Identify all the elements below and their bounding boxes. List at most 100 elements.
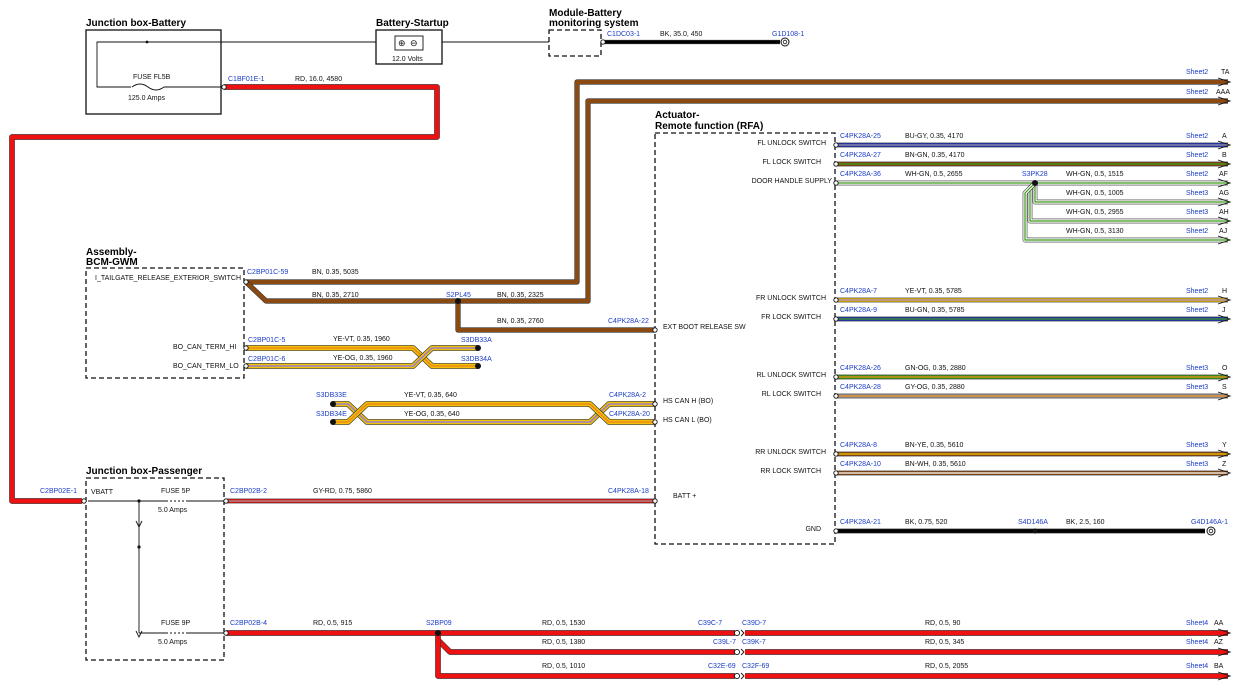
wiring-diagram: Junction box-Battery FUSE FL5B 125.0 Amp…	[9, 8, 1232, 681]
target-rfa-out-0: A	[1222, 133, 1227, 140]
rfa-pin-rr-lock: RR LOCK SWITCH	[760, 468, 821, 475]
conn-rfa-out-4: C4PK28A-26	[840, 365, 881, 372]
wire-label-rd-345: RD, 0.5, 345	[925, 639, 964, 646]
pin-terminal	[833, 451, 839, 457]
inline-connector-icon	[733, 672, 741, 680]
wire-label-rfa-out-2: YE-VT, 0.35, 5785	[905, 288, 962, 295]
bcm-title-2: BCM-GWM	[86, 257, 138, 268]
wire-label-rd-915: RD, 0.5, 915	[313, 620, 352, 627]
sheet-af: Sheet2	[1186, 171, 1208, 178]
inline-connector-arrow	[740, 629, 745, 637]
wire-label-gy-rd-5860: GY-RD, 0.75, 5860	[313, 488, 372, 495]
fuse-5p-label: FUSE 5P	[161, 488, 191, 495]
wire-label-ye-vt-1960: YE-VT, 0.35, 1960	[333, 336, 390, 343]
sheet-aaa: Sheet2	[1186, 89, 1208, 96]
wire-label-rd-90: RD, 0.5, 90	[925, 620, 961, 627]
sheet-rfa-out-5: Sheet3	[1186, 384, 1208, 391]
target-az: AZ	[1214, 639, 1224, 646]
splice-dot	[1032, 180, 1038, 186]
jb-passenger-vbatt: VBATT	[91, 489, 114, 496]
pin-terminal	[652, 327, 658, 333]
conn-c1bf01e: C1BF01E-1	[228, 76, 265, 83]
rfa-pin-gnd: GND	[805, 526, 821, 533]
battery-voltage: 12.0 Volts	[392, 56, 423, 63]
wire-label-bn-5035: BN, 0.35, 5035	[312, 269, 359, 276]
rfa-title-2: Remote function (RFA)	[655, 121, 763, 132]
rfa-pin-rl-unlock: RL UNLOCK SWITCH	[757, 372, 826, 379]
bcm-pin-can-hi: BO_CAN_TERM_HI	[173, 344, 236, 351]
target-rfa-out-4: O	[1222, 365, 1228, 372]
junction-box-battery-title: Junction box-Battery	[86, 18, 186, 29]
wire-label-wh-gn-2655: WH-GN, 0.5, 2655	[905, 171, 963, 178]
wire-label-rfa-out-7: BN-WH, 0.35, 5610	[905, 461, 966, 468]
splice-s3db33e: S3DB33E	[316, 392, 347, 399]
rfa-pin-fl-unlock: FL UNLOCK SWITCH	[757, 140, 826, 147]
target-aaa: AAA	[1216, 89, 1230, 96]
conn-c4pk28a-36: C4PK28A-36	[840, 171, 881, 178]
conn-rfa-out-0: C4PK28A-25	[840, 133, 881, 140]
fuse-fl5b-rating: 125.0 Amps	[128, 95, 165, 102]
pin-terminal	[243, 279, 249, 285]
conn-g1d108: G1D108-1	[772, 31, 804, 38]
wire-label-ye-og-640: YE-OG, 0.35, 640	[404, 411, 460, 418]
rfa-pin-hs-can-h: HS CAN H (BO)	[663, 398, 713, 405]
wire-label-ye-og-1960: YE-OG, 0.35, 1960	[333, 355, 393, 362]
jb-passenger-title: Junction box-Passenger	[86, 466, 202, 477]
conn-c2bp02b-4: C2BP02B-4	[230, 620, 267, 627]
fuse-9p-label: FUSE 9P	[161, 620, 191, 627]
splice-s3db33a: S3DB33A	[461, 337, 492, 344]
target-rfa-out-7: Z	[1222, 461, 1227, 468]
splice-s3db34a: S3DB34A	[461, 356, 492, 363]
bcm-pin-tailgate: I_TAILGATE_RELEASE_EXTERIOR_SWITCH	[95, 275, 241, 282]
rfa-pin-rr-unlock: RR UNLOCK SWITCH	[755, 449, 826, 456]
rfa-pin-fr-unlock: FR UNLOCK SWITCH	[756, 295, 826, 302]
wire-label-bk-160: BK, 2.5, 160	[1066, 519, 1105, 526]
pin-terminal	[652, 498, 658, 504]
fuse-fl5b-label: FUSE FL5B	[133, 74, 171, 81]
rfa-title-1: Actuator-	[655, 110, 699, 121]
pin-terminal	[833, 161, 839, 167]
sheet-rfa-out-0: Sheet2	[1186, 133, 1208, 140]
wire-label-rd-2055: RD, 0.5, 2055	[925, 663, 968, 670]
pin-terminal	[243, 363, 249, 369]
target-ta: TA	[1221, 69, 1230, 76]
target-aj: AJ	[1219, 228, 1227, 235]
wire-label-bn-2760: BN, 0.35, 2760	[497, 318, 544, 325]
splice-dot	[330, 419, 336, 425]
sheet-ba: Sheet4	[1186, 663, 1208, 670]
pin-terminal	[600, 39, 606, 45]
conn-c39c-7: C39C-7	[698, 620, 722, 627]
pin-terminal	[652, 401, 658, 407]
sheet-ah: Sheet3	[1186, 209, 1208, 216]
sheet-rfa-out-4: Sheet3	[1186, 365, 1208, 372]
svg-text:⊖: ⊖	[410, 38, 418, 48]
rfa-box	[654, 132, 836, 545]
sheet-rfa-out-1: Sheet2	[1186, 152, 1208, 159]
wire-rd-4580	[9, 84, 440, 504]
wire-label-rfa-out-0: BU-GY, 0.35, 4170	[905, 133, 963, 140]
target-ba: BA	[1214, 663, 1224, 670]
wire-label-rfa-out-1: BN-GN, 0.35, 4170	[905, 152, 965, 159]
conn-c39k-7: C39K-7	[742, 639, 766, 646]
sheet-aj: Sheet2	[1186, 228, 1208, 235]
fuse-5p-rating: 5.0 Amps	[158, 507, 188, 514]
conn-c4pk28a-20: C4PK28A-20	[609, 411, 650, 418]
conn-rfa-out-2: C4PK28A-7	[840, 288, 877, 295]
conn-rfa-out-3: C4PK28A-9	[840, 307, 877, 314]
wire-label-wh-gn-3130: WH-GN, 0.5, 3130	[1066, 228, 1124, 235]
target-rfa-out-1: B	[1222, 152, 1227, 159]
splice-dot	[475, 345, 481, 351]
pin-terminal	[833, 374, 839, 380]
wire-label-bk-450: BK, 35.0, 450	[660, 31, 703, 38]
conn-c32f-69: C32F-69	[742, 663, 769, 670]
labels-layer: C1DC03-1 G1D108-1 BK, 35.0, 450 C1BF01E-1 RD…	[40, 31, 1232, 681]
wires-layer	[9, 39, 1228, 679]
splice-s3pk28: S3PK28	[1022, 171, 1048, 178]
pin-terminal	[833, 297, 839, 303]
target-rfa-out-3: J	[1222, 307, 1226, 314]
wire-label-rfa-out-4: GN-OG, 0.35, 2880	[905, 365, 966, 372]
pin-terminal	[833, 470, 839, 476]
conn-g4d146a: G4D146A-1	[1191, 519, 1228, 526]
ground-icon	[780, 37, 790, 47]
wire-label-rfa-out-3: BU-GN, 0.35, 5785	[905, 307, 965, 314]
